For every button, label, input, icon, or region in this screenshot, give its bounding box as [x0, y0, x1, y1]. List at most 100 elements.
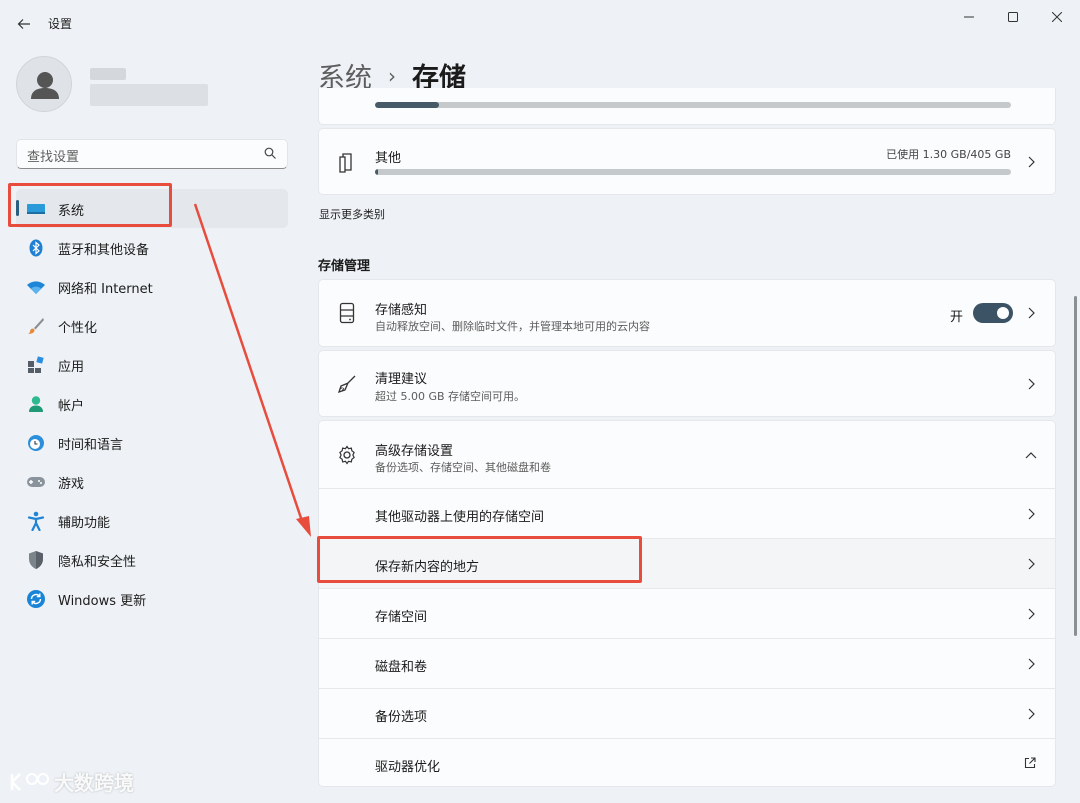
storage-other-title: 其他 [375, 151, 402, 166]
chevron-right-icon [1025, 156, 1037, 168]
storage-used-on-other-drives-item[interactable]: 其他驱动器上使用的存储空间 [319, 488, 1055, 538]
close-button[interactable] [1034, 6, 1080, 28]
advanced-storage-settings-subtitle: 备份选项、存储空间、其他磁盘和卷 [375, 461, 551, 474]
account-icon [26, 394, 46, 414]
sidebar-item-label: 时间和语言 [58, 438, 124, 453]
sub-item-label: 磁盘和卷 [375, 660, 428, 675]
wifi-icon [26, 277, 46, 297]
storage-sense-card[interactable]: 存储感知 自动释放空间、删除临时文件，并管理本地可用的云内容 开 [318, 279, 1056, 347]
sidebar-item-network[interactable]: 网络和 Internet [16, 267, 288, 306]
storage-progress-bar [375, 102, 1011, 108]
back-button[interactable] [12, 12, 36, 36]
cleanup-recommendations-subtitle: 超过 5.00 GB 存储空间可用。 [375, 390, 526, 403]
maximize-icon [1008, 12, 1018, 22]
external-link-icon [1023, 756, 1037, 770]
app-title: 设置 [48, 17, 73, 31]
scrollbar-thumb[interactable] [1074, 296, 1077, 636]
advanced-storage-settings-title: 高级存储设置 [375, 444, 454, 459]
breadcrumb-separator: › [388, 63, 396, 88]
show-more-categories-link[interactable]: 显示更多类别 [319, 206, 385, 222]
backup-options-item[interactable]: 备份选项 [319, 688, 1055, 738]
brush-icon [26, 316, 46, 336]
broom-icon [335, 372, 359, 396]
storage-sense-title: 存储感知 [375, 303, 428, 318]
drive-optimization-item[interactable]: 驱动器优化 [319, 738, 1055, 788]
chevron-right-icon [1025, 708, 1037, 720]
shield-icon [26, 550, 46, 570]
chevron-right-icon[interactable] [1025, 307, 1037, 319]
chevron-right-icon [1025, 608, 1037, 620]
bluetooth-icon [26, 238, 46, 258]
watermark-text: 大数跨境 [54, 771, 134, 795]
watermark-logo-icon [10, 772, 49, 791]
storage-other-progress-fill [375, 169, 378, 175]
advanced-storage-settings-card: 高级存储设置 备份选项、存储空间、其他磁盘和卷 其他驱动器上使用的存储空间 保存… [318, 420, 1056, 787]
storage-other-card[interactable]: 其他 已使用 1.30 GB/405 GB [318, 128, 1056, 195]
sidebar-item-label: 应用 [58, 360, 85, 375]
sidebar-item-apps[interactable]: 应用 [16, 345, 288, 384]
advanced-storage-settings-header[interactable]: 高级存储设置 备份选项、存储空间、其他磁盘和卷 [319, 421, 1055, 488]
redacted-email [90, 84, 208, 106]
toggle-knob [997, 307, 1009, 319]
sidebar-item-personalization[interactable]: 个性化 [16, 306, 288, 345]
sidebar-item-label: 个性化 [58, 321, 98, 336]
search-icon[interactable] [264, 147, 277, 160]
sidebar-item-gaming[interactable]: 游戏 [16, 462, 288, 501]
storage-spaces-item[interactable]: 存储空间 [319, 588, 1055, 638]
storage-progress-fill [375, 102, 439, 108]
avatar [16, 56, 72, 112]
user-icon [31, 72, 59, 99]
cleanup-recommendations-card[interactable]: 清理建议 超过 5.00 GB 存储空间可用。 [318, 350, 1056, 417]
chevron-right-icon [1025, 658, 1037, 670]
clock-globe-icon [26, 433, 46, 453]
storage-other-usage: 已使用 1.30 GB/405 GB [886, 148, 1011, 161]
title-bar: 设置 [0, 0, 1080, 46]
sidebar-item-time-language[interactable]: 时间和语言 [16, 423, 288, 462]
cleanup-recommendations-title: 清理建议 [375, 372, 428, 387]
sidebar-item-bluetooth[interactable]: 蓝牙和其他设备 [16, 228, 288, 267]
chevron-right-icon [1025, 558, 1037, 570]
sidebar-item-label: 辅助功能 [58, 516, 111, 531]
chevron-up-icon [1025, 449, 1037, 461]
storage-sense-toggle[interactable] [973, 303, 1013, 323]
sub-item-label: 备份选项 [375, 710, 428, 725]
redacted-name [90, 68, 126, 80]
close-icon [1052, 12, 1062, 22]
document-icon [335, 151, 359, 175]
sidebar-item-label: 游戏 [58, 477, 85, 492]
storage-sense-toggle-label: 开 [949, 310, 963, 325]
highlight-save-location-box [317, 536, 642, 583]
sidebar-item-accessibility[interactable]: 辅助功能 [16, 501, 288, 540]
sidebar-item-accounts[interactable]: 帐户 [16, 384, 288, 423]
sidebar-item-label: 蓝牙和其他设备 [58, 243, 150, 258]
maximize-button[interactable] [990, 6, 1036, 28]
storage-drive-icon [335, 301, 359, 325]
sub-item-label: 存储空间 [375, 610, 428, 625]
watermark-logo: 大数跨境 [8, 767, 134, 796]
sidebar-item-windows-update[interactable]: Windows 更新 [16, 579, 288, 618]
sidebar-item-privacy[interactable]: 隐私和安全性 [16, 540, 288, 579]
search-box[interactable]: 查找设置 [16, 139, 288, 169]
sub-item-label: 驱动器优化 [375, 760, 441, 775]
apps-icon [26, 355, 46, 375]
back-arrow-icon [17, 19, 30, 29]
storage-category-card[interactable] [318, 88, 1056, 125]
disks-and-volumes-item[interactable]: 磁盘和卷 [319, 638, 1055, 688]
sidebar-item-label: 网络和 Internet [58, 282, 153, 297]
chevron-right-icon [1025, 378, 1037, 390]
storage-sense-subtitle: 自动释放空间、删除临时文件，并管理本地可用的云内容 [375, 320, 650, 333]
sidebar-item-label: 隐私和安全性 [58, 555, 137, 570]
storage-other-progress-bar [375, 169, 1011, 175]
update-icon [26, 589, 46, 609]
accessibility-icon [26, 511, 46, 531]
gear-icon [335, 443, 359, 467]
minimize-button[interactable] [946, 6, 992, 28]
sidebar-item-label: Windows 更新 [58, 594, 147, 609]
search-input[interactable]: 查找设置 [27, 146, 79, 165]
gamepad-icon [26, 472, 46, 492]
sidebar-item-label: 帐户 [58, 399, 85, 414]
minimize-icon [964, 16, 974, 18]
chevron-right-icon [1025, 508, 1037, 520]
storage-management-heading: 存储管理 [318, 259, 371, 274]
sidebar-nav: 系统 蓝牙和其他设备 网络和 Internet 个性化 应用 帐户 时间和语言 … [16, 189, 288, 618]
